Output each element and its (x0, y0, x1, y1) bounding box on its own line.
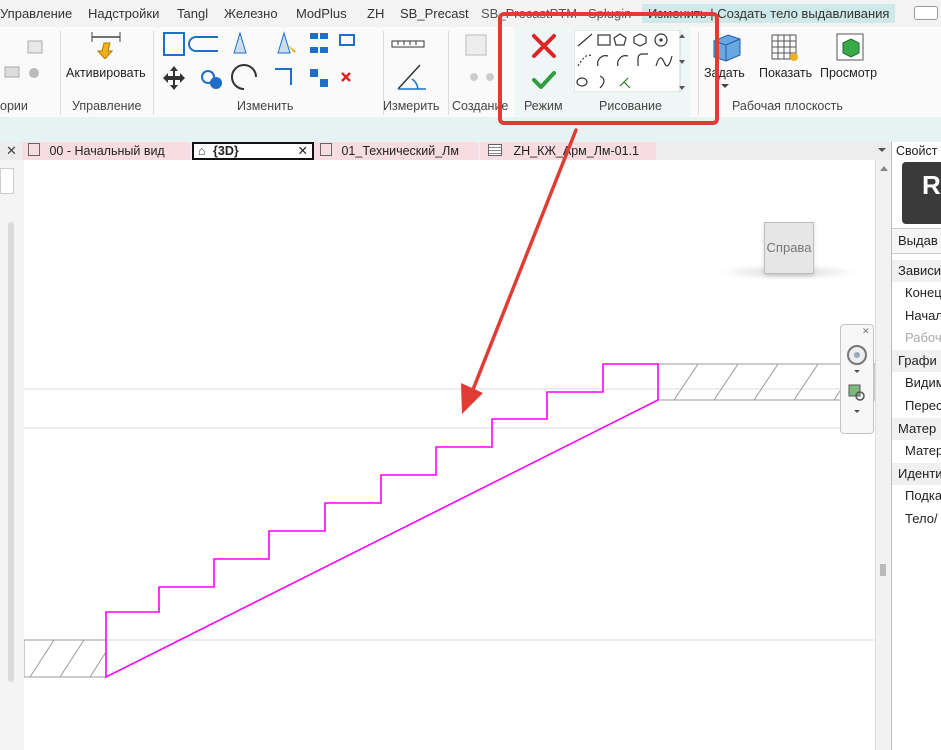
tab-view-schedule[interactable]: ZH_КЖ_Арм_Лм-01.1 (480, 142, 656, 160)
prop-group-constraints[interactable]: Зависи (892, 260, 941, 282)
panel-divider (448, 31, 449, 115)
prop-row-solid-void[interactable]: Тело/ (892, 508, 941, 530)
properties-panel: Свойст R Выдав Зависи Конец Начал Рабоч … (891, 142, 941, 750)
zoom-icon[interactable] (847, 383, 867, 403)
home-icon: ⌂ (198, 144, 206, 158)
highlight-box (498, 12, 719, 125)
tab-label: {3D} (213, 144, 239, 158)
tab-manage[interactable]: Управление (0, 6, 72, 21)
activate-dimensions-icon[interactable] (90, 29, 124, 59)
close-icon[interactable]: ✕ (6, 143, 17, 159)
panel-label-measure: Измерить (383, 99, 440, 113)
panel-divider (60, 31, 61, 115)
chevron-down-icon[interactable] (877, 147, 887, 153)
browser-search-field[interactable] (0, 168, 14, 194)
prop-row-end[interactable]: Конец (892, 282, 941, 304)
tab-view-3d[interactable]: ⌂ {3D} ✕ (192, 142, 314, 160)
properties-header: Свойст (896, 144, 938, 158)
tab-modplus[interactable]: ModPlus (296, 6, 347, 21)
floor-plan-icon (28, 143, 40, 156)
minimize-ribbon-icon[interactable] (914, 6, 938, 20)
prop-group-graphics[interactable]: Графи (892, 350, 941, 372)
chevron-down-icon[interactable] (853, 369, 861, 375)
sketch-view[interactable] (24, 160, 875, 750)
prop-row-start[interactable]: Начал (892, 305, 941, 327)
tab-view-technical[interactable]: 01_Технический_Лм (314, 142, 478, 160)
tab-label: 00 - Начальный вид (49, 144, 165, 158)
options-bar (0, 117, 941, 142)
category-tools-icon[interactable] (0, 37, 60, 87)
viewer-button[interactable]: Просмотр (820, 66, 877, 80)
viewcube[interactable]: Справа (764, 222, 814, 274)
type-selector-label: Выдав (898, 233, 938, 248)
create-tools-icon[interactable] (462, 33, 502, 93)
ribbon: ории Активировать Управление Изменить Из… (0, 27, 941, 118)
panel-label-workplane: Рабочая плоскость (732, 99, 843, 113)
type-selector[interactable]: Выдав (892, 228, 941, 254)
steering-wheel-icon[interactable] (845, 343, 869, 367)
viewer-icon[interactable] (834, 31, 866, 63)
modify-tools-icons[interactable] (160, 31, 380, 97)
stair-sketch-profile (105, 363, 659, 679)
document-tab-bar: ✕ 00 - Начальный вид ⌂ {3D} ✕ 01_Техниче… (0, 142, 891, 161)
chevron-down-icon[interactable] (853, 409, 861, 415)
tab-view-start[interactable]: 00 - Начальный вид (22, 142, 190, 160)
sheet-icon (320, 143, 332, 156)
panel-label-modify: Изменить (237, 99, 294, 113)
prop-row-workplane: Рабоч (905, 330, 941, 345)
navigation-bar: ✕ (840, 324, 874, 434)
activate-button[interactable]: Активировать (66, 66, 146, 80)
tab-zhelezno[interactable]: Железно (224, 6, 278, 21)
tab-addins[interactable]: Надстройки (88, 6, 159, 21)
type-image: R (902, 162, 941, 224)
project-browser-edge (0, 160, 25, 750)
show-workplane-icon[interactable] (768, 31, 802, 63)
tab-sb-precast[interactable]: SB_Precast (400, 6, 469, 21)
revit-logo: R (922, 170, 941, 200)
tab-label: ZH_КЖ_Арм_Лм-01.1 (513, 144, 639, 158)
panel-label-control: Управление (72, 99, 142, 113)
prop-group-materials[interactable]: Матер (892, 418, 941, 440)
schedule-icon (488, 144, 502, 156)
tab-tangl[interactable]: Tangl (177, 6, 208, 21)
chevron-down-icon[interactable] (720, 83, 730, 89)
ribbon-tab-bar: Управление Надстройки Tangl Железно ModP… (0, 0, 941, 28)
close-icon[interactable]: ✕ (862, 326, 870, 337)
tab-zh[interactable]: ZH (367, 6, 384, 21)
prop-row-override[interactable]: Перес (892, 395, 941, 417)
tab-label: 01_Технический_Лм (341, 144, 459, 158)
canvas-scrollbar[interactable] (875, 160, 892, 750)
prop-row-visible[interactable]: Видим (892, 372, 941, 394)
scrollbar[interactable] (8, 222, 14, 682)
prop-row-subcategory[interactable]: Подка (892, 485, 941, 507)
panel-label-categories: ории (0, 99, 28, 113)
lower-landing-slab (24, 639, 107, 678)
drawing-canvas[interactable] (24, 160, 875, 750)
show-workplane-button[interactable]: Показать (759, 66, 812, 80)
panel-divider (153, 31, 154, 115)
scroll-up-icon[interactable] (879, 164, 889, 172)
close-icon[interactable]: ✕ (298, 144, 308, 158)
measure-tools-icons[interactable] (390, 33, 440, 95)
scroll-thumb[interactable] (880, 564, 886, 576)
prop-row-material[interactable]: Матер (892, 440, 941, 462)
prop-group-identity[interactable]: Иденти (892, 463, 941, 485)
